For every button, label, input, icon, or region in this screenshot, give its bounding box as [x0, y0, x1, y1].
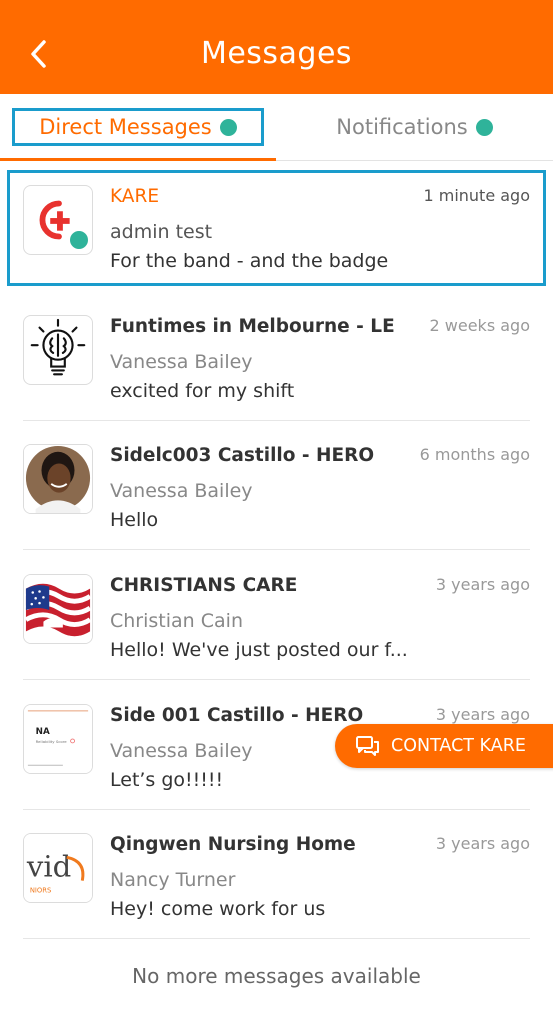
- message-time: 1 minute ago: [423, 186, 530, 205]
- message-sender: Nancy Turner: [110, 869, 236, 891]
- tab-direct-messages-label: Direct Messages: [39, 115, 212, 139]
- app-header: Messages: [0, 0, 553, 94]
- message-title: Funtimes in Melbourne - LE: [110, 316, 395, 337]
- vid-logo-text: vid: [26, 850, 71, 884]
- tab-notifications[interactable]: Notifications: [276, 94, 553, 160]
- list-item[interactable]: KARE 1 minute ago admin test For the ban…: [0, 162, 553, 291]
- document-thumbnail-icon: NA Reliability Score: [24, 705, 92, 773]
- page-title: Messages: [200, 36, 353, 71]
- avatar: [23, 574, 93, 644]
- thumbnail-text: NA: [36, 727, 50, 737]
- message-title: KARE: [110, 186, 160, 207]
- flag-logo-icon: [24, 575, 92, 643]
- message-tabs: Direct Messages Notifications: [0, 94, 553, 161]
- contact-kare-button[interactable]: CONTACT KARE: [335, 724, 553, 768]
- message-time: 3 years ago: [435, 705, 530, 724]
- avatar: NA Reliability Score: [23, 704, 93, 774]
- message-time: 3 years ago: [435, 575, 530, 594]
- chat-bubbles-icon: [356, 736, 379, 756]
- message-preview: Hello! We've just posted our f...: [110, 639, 408, 661]
- end-of-list-text: No more messages available: [132, 964, 421, 988]
- message-title: Side 001 Castillo - HERO: [110, 705, 364, 726]
- message-title: Sidelc003 Castillo - HERO: [110, 445, 375, 466]
- list-item[interactable]: Sidelc003 Castillo - HERO 6 months ago V…: [0, 421, 553, 550]
- message-sender: Vanessa Bailey: [110, 740, 253, 762]
- message-preview: Let’s go!!!!!: [110, 769, 224, 791]
- message-time: 3 years ago: [435, 834, 530, 853]
- list-item[interactable]: Funtimes in Melbourne - LE 2 weeks ago V…: [0, 292, 553, 421]
- thumbnail-subtext: Reliability Score: [36, 739, 68, 744]
- message-preview: excited for my shift: [110, 380, 295, 402]
- message-sender: admin test: [110, 221, 213, 243]
- message-title: CHRISTIANS CARE: [110, 575, 298, 596]
- lightbulb-brain-icon: [30, 318, 86, 376]
- person-photo-icon: [24, 445, 92, 513]
- avatar: [23, 315, 93, 385]
- avatar: vid NIORS: [23, 833, 93, 903]
- message-preview: Hey! come work for us: [110, 898, 326, 920]
- active-tab-indicator: [0, 158, 276, 161]
- message-sender: Christian Cain: [110, 610, 243, 632]
- divider: [23, 679, 530, 680]
- message-preview: For the band - and the badge: [110, 250, 389, 272]
- vid-logo-subtext: NIORS: [30, 886, 51, 894]
- contact-kare-label: CONTACT KARE: [391, 736, 526, 756]
- list-item[interactable]: vid NIORS Qingwen Nursing Home 3 years a…: [0, 810, 553, 939]
- divider: [23, 938, 530, 939]
- message-time: 6 months ago: [419, 445, 530, 464]
- message-time: 2 weeks ago: [429, 316, 530, 335]
- tab-notifications-label: Notifications: [336, 115, 468, 139]
- message-preview: Hello: [110, 509, 159, 531]
- vid-logo-icon: vid NIORS: [24, 834, 92, 902]
- unread-dot: [68, 229, 90, 251]
- message-sender: Vanessa Bailey: [110, 351, 253, 373]
- message-sender: Vanessa Bailey: [110, 480, 253, 502]
- list-item[interactable]: CHRISTIANS CARE 3 years ago Christian Ca…: [0, 551, 553, 680]
- tab-direct-messages-unread-dot: [219, 118, 237, 136]
- tab-notifications-unread-dot: [475, 118, 493, 136]
- avatar: [23, 444, 93, 514]
- message-title: Qingwen Nursing Home: [110, 834, 356, 855]
- tab-direct-messages[interactable]: Direct Messages: [0, 94, 276, 160]
- divider: [23, 549, 530, 550]
